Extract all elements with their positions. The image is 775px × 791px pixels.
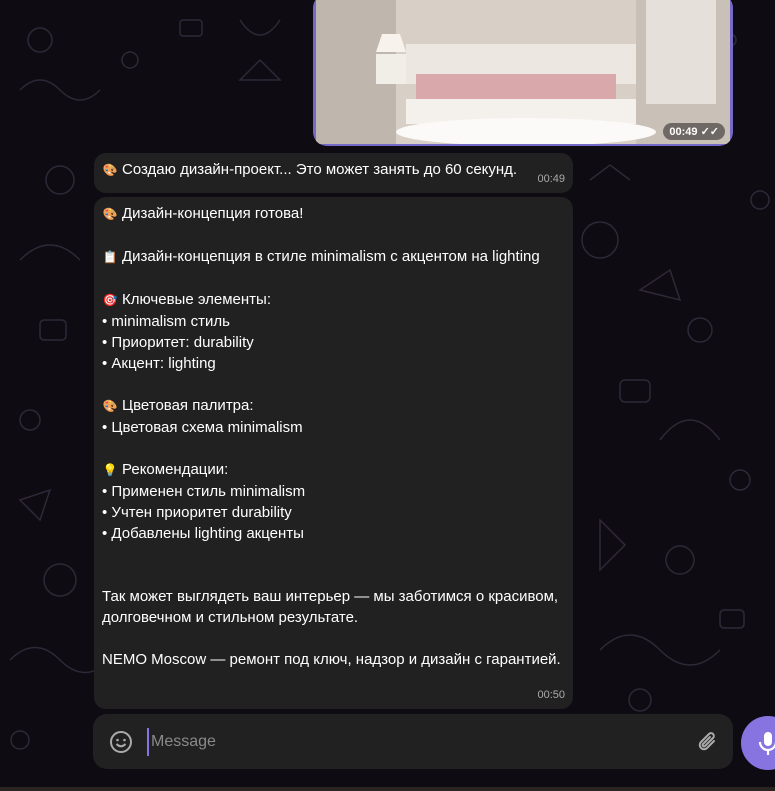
message-line: Так может выглядеть ваш интерьер — мы за… <box>102 586 565 628</box>
smile-icon[interactable] <box>109 730 133 754</box>
message-line: 🎨 Дизайн-концепция готова! <box>102 203 565 225</box>
message-line-text: • Приоритет: durability <box>102 334 254 351</box>
emoji-icon: 🎯 <box>102 293 118 307</box>
message-line: NEMO Moscow — ремонт под ключ, надзор и … <box>102 649 565 670</box>
message-line: 🎯 Ключевые элементы: <box>102 289 565 311</box>
message-line-text: Ключевые элементы: <box>122 291 272 308</box>
message-input[interactable] <box>147 728 673 756</box>
message-line-text: Рекомендации: <box>122 461 229 478</box>
message-bubble[interactable]: 🎨 Создаю дизайн-проект... Это может занят… <box>94 153 573 193</box>
message-line-text: NEMO Moscow — ремонт под ключ, надзор и … <box>102 651 561 668</box>
paperclip-icon[interactable] <box>697 730 719 754</box>
palette-icon: 🎨 <box>102 163 118 177</box>
message-line-text: Так может выглядеть ваш интерьер — мы за… <box>102 588 563 626</box>
message-time: 00:50 <box>537 689 565 701</box>
window-bottom-edge <box>0 787 775 791</box>
message-line-text: • Добавлены lighting акценты <box>102 525 304 542</box>
message-line: • Учтен приоритет durability <box>102 502 565 523</box>
message-line-text: • Акцент: lighting <box>102 355 216 372</box>
microphone-icon <box>758 732 775 755</box>
message-line-text: Цветовая палитра: <box>122 397 254 414</box>
message-body: 🎨 Дизайн-концепция готова! 📋 Дизайн-концепц… <box>102 203 565 670</box>
message-line-text: Дизайн-концепция готова! <box>122 205 304 222</box>
message-line-text: • minimalism стиль <box>102 313 230 330</box>
message-line: • Применен стиль minimalism <box>102 481 565 502</box>
emoji-icon: 🎨 <box>102 399 118 413</box>
message-line: • Добавлены lighting акценты <box>102 523 565 544</box>
emoji-icon: 💡 <box>102 463 118 477</box>
photo-message[interactable]: 00:49 ✓✓ <box>313 0 733 146</box>
message-line-text: • Применен стиль minimalism <box>102 483 306 500</box>
message-text: Создаю дизайн-проект... Это может занять… <box>122 161 518 178</box>
message-line: 💡 Рекомендации: <box>102 459 565 481</box>
message-line: 📋 Дизайн-концепция в стиле minimalism с а… <box>102 246 565 268</box>
message-time: 00:49 <box>537 173 565 185</box>
message-line-text: • Учтен приоритет durability <box>102 504 292 521</box>
message-line: • Приоритет: durability <box>102 332 565 353</box>
emoji-icon: 📋 <box>102 250 118 264</box>
message-line-text: Дизайн-концепция в стиле minimalism с ак… <box>122 248 540 265</box>
message-line: • minimalism стиль <box>102 311 565 332</box>
bedroom-photo[interactable] <box>316 0 730 144</box>
emoji-icon: 🎨 <box>102 207 118 221</box>
photo-time-badge: 00:49 ✓✓ <box>663 123 725 140</box>
message-line-text: • Цветовая схема minimalism <box>102 419 303 436</box>
message-composer <box>93 714 733 769</box>
message-line: 🎨 Цветовая палитра: <box>102 395 565 417</box>
message-line: • Акцент: lighting <box>102 353 565 374</box>
message-bubble[interactable]: 🎨 Дизайн-концепция готова! 📋 Дизайн-концепц… <box>94 197 573 709</box>
photo-time: 00:49 <box>669 126 698 138</box>
double-check-icon: ✓✓ <box>700 126 719 138</box>
message-line: • Цветовая схема minimalism <box>102 417 565 438</box>
